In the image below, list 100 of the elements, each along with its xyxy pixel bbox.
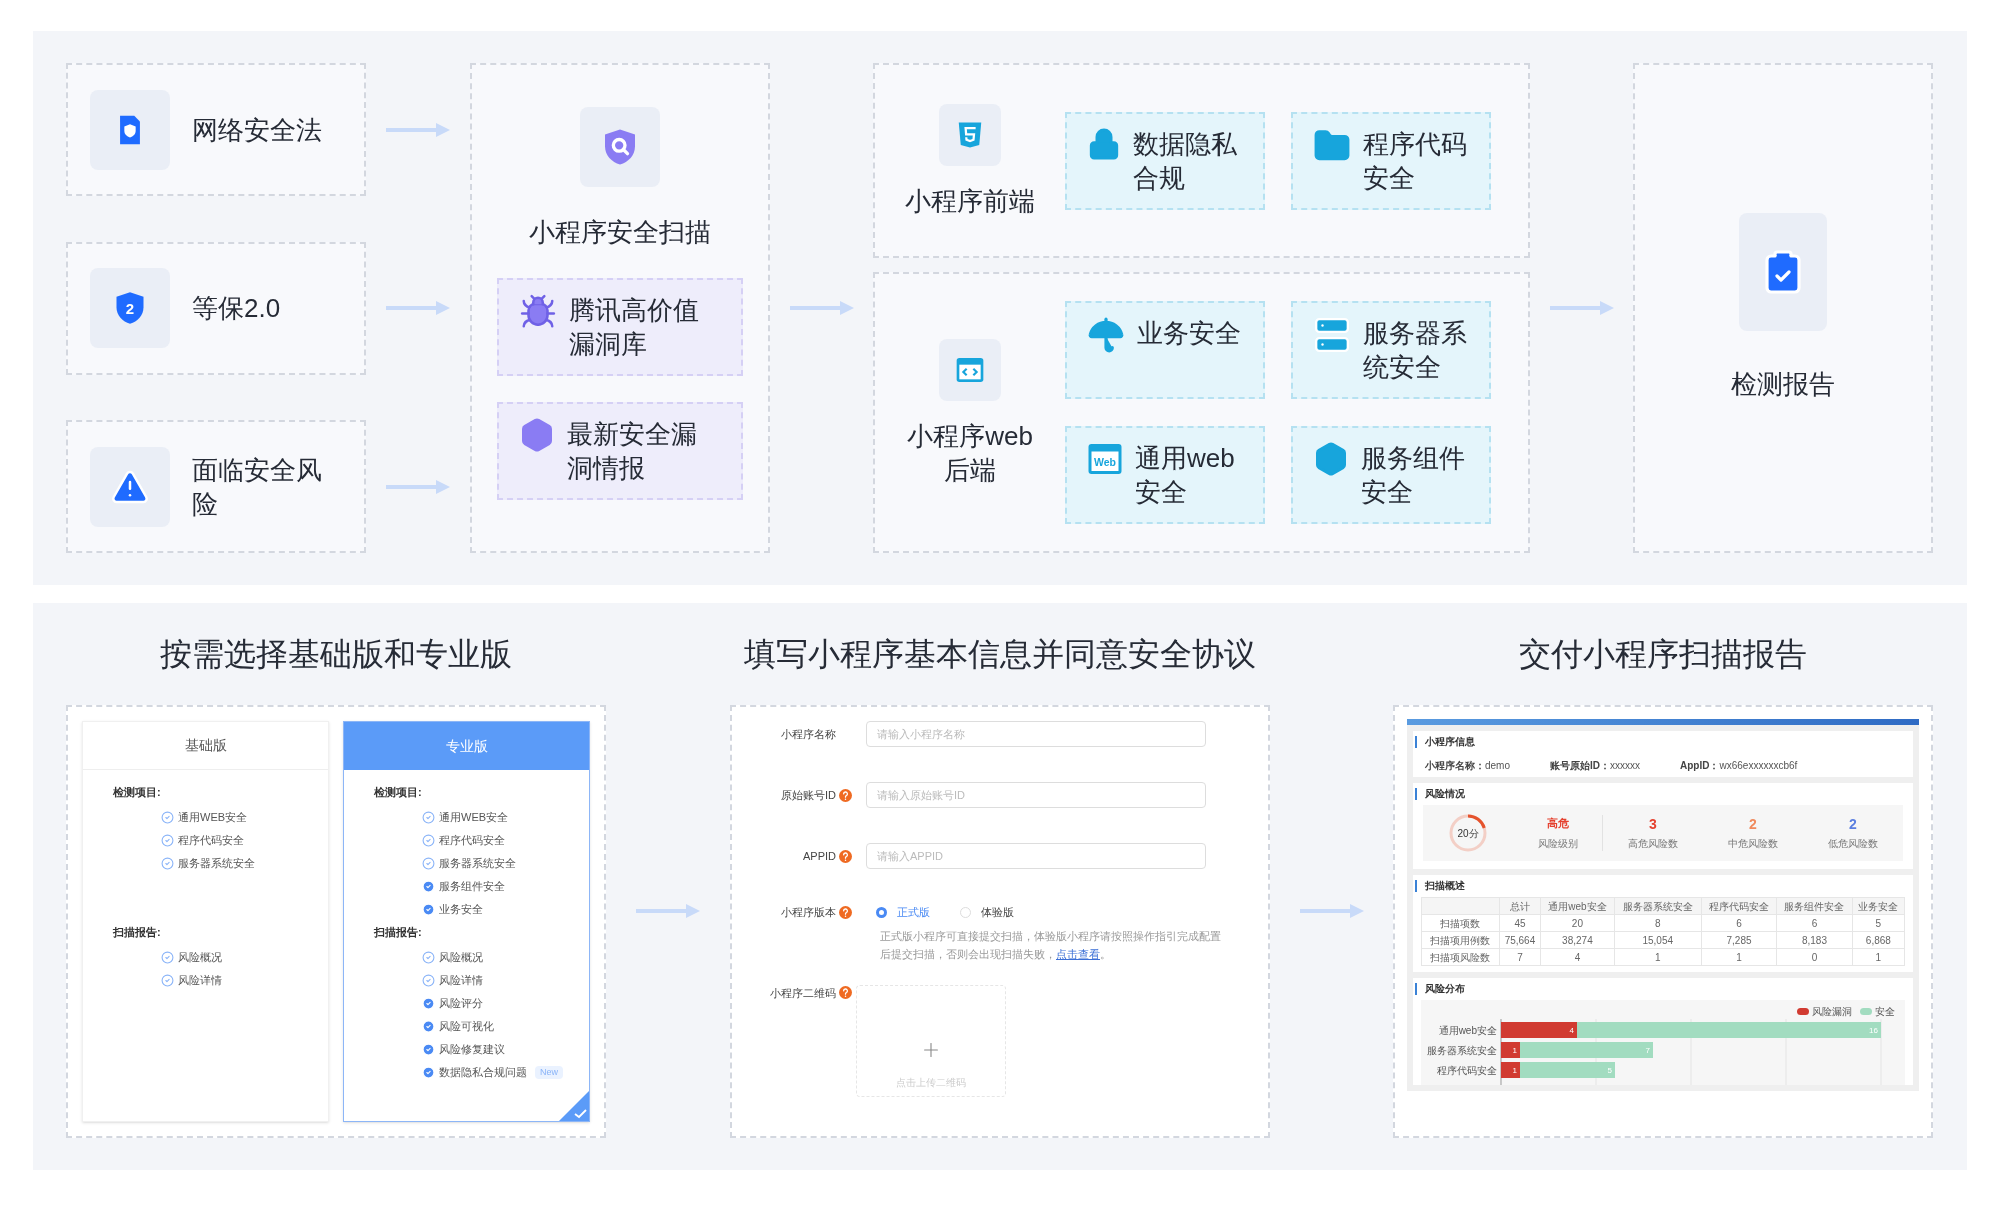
source-label: 面临安全风险 xyxy=(192,453,323,521)
table-cell: 1 xyxy=(1852,948,1905,966)
table-cell: 0 xyxy=(1776,948,1853,966)
data-label: 4 xyxy=(1569,1026,1575,1035)
column-header: 服务器系统安全 xyxy=(1614,897,1702,915)
feature-item: 业务安全 xyxy=(439,902,483,918)
feature-item: 程序代码安全 xyxy=(178,833,244,849)
server-icon xyxy=(1313,316,1351,354)
risk-count: 2 xyxy=(1849,815,1857,832)
feature-item: 风险评分 xyxy=(439,996,483,1012)
right-arrow xyxy=(386,300,450,316)
bar: 1 xyxy=(1501,1062,1520,1078)
table-cell: 1 xyxy=(1701,948,1777,966)
version-note: 正式版小程序可直接提交扫描，体验版小程序请按照操作指引完成配置后提交扫描，否则会出现扫描失败，点击查看。 xyxy=(880,928,1222,962)
feature-item: 风险可视化 xyxy=(439,1019,494,1035)
feature-item: 风险修复建议 xyxy=(439,1042,505,1058)
input-field[interactable]: 请输入APPID xyxy=(866,843,1206,869)
help-icon[interactable] xyxy=(839,788,852,802)
info-field: AppID：wx66exxxxxxcb6f xyxy=(1680,757,1798,773)
feature-label: 通用web安全 xyxy=(1135,442,1236,509)
table-cell: 6 xyxy=(1776,914,1853,932)
bar: 4 xyxy=(1501,1022,1577,1038)
table-cell: 7 xyxy=(1499,948,1541,966)
table-cell: 8,183 xyxy=(1776,931,1853,949)
feature-label: 程序代码安全 xyxy=(1363,127,1468,195)
table-cell: 7,285 xyxy=(1701,931,1777,949)
risk-level: 高危 xyxy=(1546,816,1569,832)
table-cell: 8 xyxy=(1614,914,1702,932)
feature-item: 程序代码安全 xyxy=(439,833,505,849)
new-badge: New xyxy=(535,1065,563,1080)
section-heading: 小程序信息 xyxy=(1415,736,1475,748)
column-header: 总计 xyxy=(1499,897,1541,915)
table-cell: 38,274 xyxy=(1540,931,1615,949)
form-label: 原始账号ID xyxy=(781,787,836,803)
bar: 16 xyxy=(1577,1022,1881,1038)
form-label: 小程序版本 xyxy=(781,905,836,920)
plan-header: 专业版 xyxy=(344,722,589,770)
info-field: 小程序名称：demo xyxy=(1425,757,1510,773)
feature-label: 最新安全漏洞情报 xyxy=(567,418,698,485)
row-header: 扫描项风险数 xyxy=(1421,948,1500,966)
form-label: APPID xyxy=(803,848,836,864)
step-title: 填写小程序基本信息并同意安全协议 xyxy=(744,635,1256,674)
feature-item: 服务器系统安全 xyxy=(439,856,516,872)
table-cell: 5 xyxy=(1852,914,1905,932)
input-field[interactable]: 请输入小程序名称 xyxy=(866,721,1206,747)
feature-label: 服务组件安全 xyxy=(1361,442,1466,509)
umbrella-icon xyxy=(1087,316,1125,354)
step-title: 交付小程序扫描报告 xyxy=(1519,635,1807,674)
data-label: 1 xyxy=(1512,1066,1518,1075)
report-title: 检测报告 xyxy=(1731,367,1835,401)
data-label: 7 xyxy=(1645,1046,1651,1055)
bar: 5 xyxy=(1520,1062,1615,1078)
selected-corner-check xyxy=(559,1091,589,1121)
view-link[interactable]: 点击查看 xyxy=(1056,947,1100,960)
data-label: 1 xyxy=(1512,1046,1518,1055)
feature-label: 业务安全 xyxy=(1137,317,1242,350)
feature-item: 风险详情 xyxy=(439,973,483,989)
feature-item: 风险概况 xyxy=(439,950,483,966)
legend-label: 安全 xyxy=(1875,1005,1895,1019)
feature-item: 服务器系统安全 xyxy=(178,856,255,872)
plan-card[interactable]: 专业版 检测项目: 通用WEB安全 程序代码安全 服务器系统安全 服务组件安全 业务安全 扫描报告: 风险概况 风险详情 风险评分 风险可视化 风险修复建议 数据隐私合规问题 New xyxy=(343,721,590,1122)
column-header: 业务安全 xyxy=(1852,897,1905,915)
version-radio[interactable]: 体验版 xyxy=(960,904,1014,921)
version-radio[interactable]: 正式版 xyxy=(876,904,930,921)
feature-item: 风险概况 xyxy=(178,950,222,966)
source-label: 网络安全法 xyxy=(192,113,323,147)
section-heading: 风险分布 xyxy=(1415,983,1465,995)
table-cell: 20 xyxy=(1540,914,1615,932)
hexagon-icon xyxy=(519,417,555,453)
risk-count: 3 xyxy=(1649,815,1657,832)
help-icon[interactable] xyxy=(839,849,852,863)
section-title: 扫描报告: xyxy=(373,925,423,940)
plan-card[interactable]: 基础版 检测项目: 通用WEB安全 程序代码安全 服务器系统安全 扫描报告: 风险概况 风险详情 xyxy=(82,721,329,1122)
row-header: 扫描项数 xyxy=(1421,914,1500,932)
feature-item: 通用WEB安全 xyxy=(439,810,509,826)
section-heading: 风险情况 xyxy=(1415,788,1465,800)
legend-label: 风险漏洞 xyxy=(1812,1005,1852,1019)
table-cell: 1 xyxy=(1614,948,1702,966)
category-label: 通用web安全 xyxy=(1438,1025,1497,1036)
table-cell: 6,868 xyxy=(1852,931,1905,949)
help-icon[interactable] xyxy=(839,905,852,919)
right-arrow xyxy=(386,121,450,138)
feature-item: 服务组件安全 xyxy=(439,879,505,895)
table-cell: 45 xyxy=(1499,914,1541,932)
right-arrow xyxy=(1549,300,1614,316)
bar: 1 xyxy=(1501,1042,1520,1058)
row-header: 扫描项用例数 xyxy=(1421,931,1500,949)
feature-label: 数据隐私合规 xyxy=(1133,127,1238,195)
backend-title: 小程序web后端 xyxy=(906,419,1034,487)
info-field: 账号原始ID：xxxxxx xyxy=(1550,757,1640,773)
help-icon[interactable] xyxy=(839,986,852,1000)
risk-count-caption: 高危风险数 xyxy=(1628,836,1678,851)
source-label: 等保2.0 xyxy=(192,292,282,325)
section-heading: 扫描概述 xyxy=(1415,880,1465,892)
risk-level-caption: 风险级别 xyxy=(1537,836,1578,851)
column-header: 程序代码安全 xyxy=(1701,897,1777,915)
form-label: 小程序名称 xyxy=(781,726,836,742)
risk-count-caption: 低危风险数 xyxy=(1828,836,1878,851)
section-title: 检测项目: xyxy=(373,785,423,800)
column-header: 通用web安全 xyxy=(1540,897,1615,915)
